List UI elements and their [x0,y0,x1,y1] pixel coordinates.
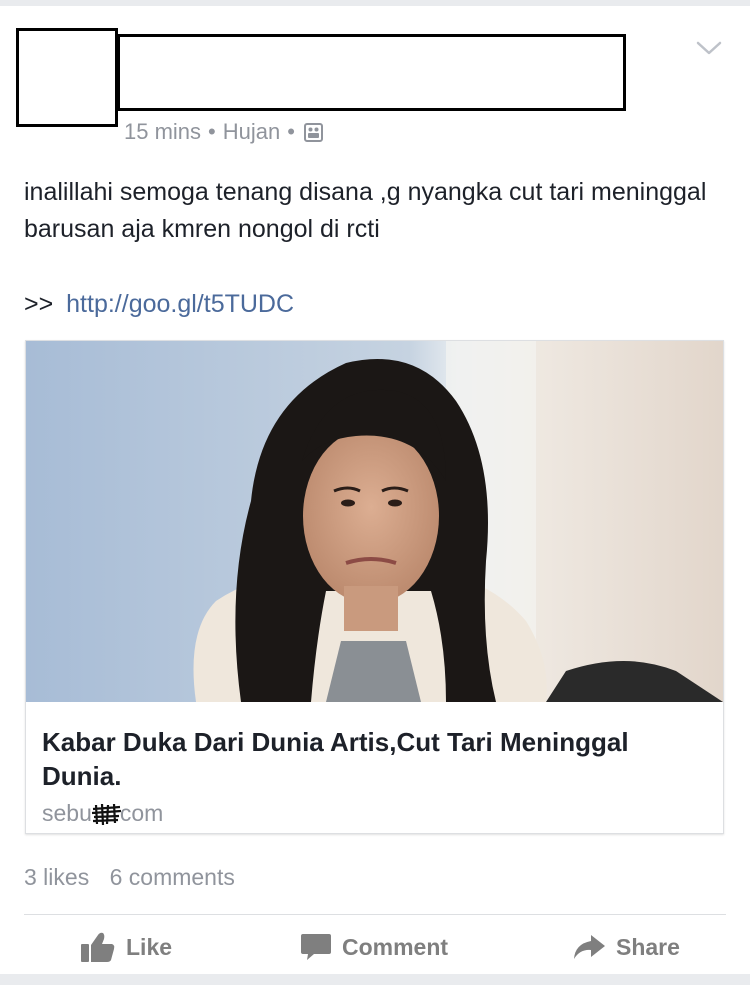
post-link[interactable]: http://goo.gl/t5TUDC [66,290,294,318]
comment-bubble-icon [301,934,331,960]
post-message: inalillahi semoga tenang disana ,g nyang… [24,178,707,243]
link-domain-end: com [119,800,164,826]
likes-count[interactable]: 3 likes [24,864,89,890]
share-button[interactable]: Share [572,918,680,976]
actions-divider [24,914,726,915]
post-location[interactable]: Hujan [223,119,280,145]
comments-count[interactable]: 6 comments [110,864,235,890]
post-card: 15 mins • Hujan • inalillahi semoga tena… [0,6,750,974]
post-time[interactable]: 15 mins [124,119,201,145]
link-prefix: >> [24,290,54,318]
post-meta: 15 mins • Hujan • [124,119,323,145]
meta-separator: • [287,119,295,144]
post-link-line: >> http://goo.gl/t5TUDC [24,286,294,323]
like-button[interactable]: Like [80,918,172,976]
meta-separator: • [208,119,216,144]
link-preview-domain: sebu com [42,800,163,827]
avatar-redacted[interactable] [16,28,118,127]
link-preview-title[interactable]: Kabar Duka Dari Dunia Artis,Cut Tari Men… [42,725,702,793]
post-stats: 3 likes 6 comments [24,864,235,891]
link-preview-image[interactable] [26,341,723,702]
post-actions: Like Comment Share [0,918,750,976]
photo-album-icon [303,122,323,142]
share-label: Share [616,933,680,960]
thumbs-up-icon [81,932,115,962]
author-name-redacted[interactable] [117,34,626,111]
link-domain-start: sebu [42,800,92,826]
chevron-down-icon[interactable] [696,38,722,58]
redaction-scribble-icon [91,803,121,826]
woman-portrait-photo [26,341,723,702]
like-label: Like [126,933,173,960]
link-preview-card[interactable]: Kabar Duka Dari Dunia Artis,Cut Tari Men… [25,340,724,834]
comment-label: Comment [342,933,449,960]
feed-separator [0,974,750,985]
comment-button[interactable]: Comment [300,918,448,976]
share-arrow-icon [574,935,605,959]
